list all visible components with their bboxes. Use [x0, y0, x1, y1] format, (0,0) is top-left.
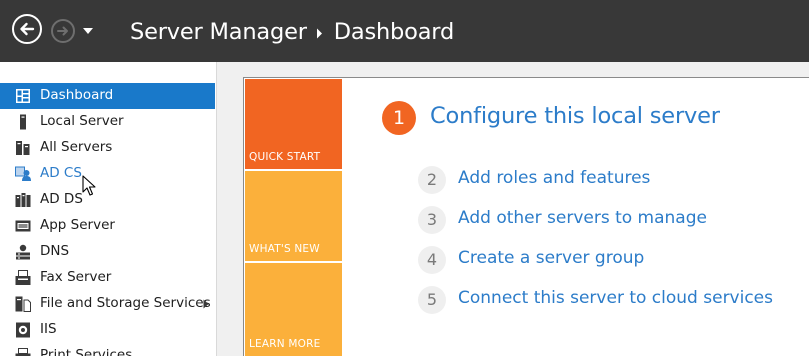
sidebar-item-file-and-storage-services[interactable]: File and Storage Services — [0, 291, 215, 317]
sidebar-item-label: File and Storage Services — [40, 295, 211, 311]
tile-label: QUICK START — [249, 151, 321, 163]
sidebar-item-print-services[interactable]: Print Services — [0, 343, 215, 356]
step-number: 5 — [418, 286, 446, 314]
forward-button[interactable] — [51, 19, 75, 43]
sidebar-item-label: AD CS — [40, 165, 82, 181]
sidebar-item-dns[interactable]: DNS — [0, 239, 215, 265]
title-bar: Server Manager Dashboard — [0, 0, 809, 62]
dashboard-icon — [16, 89, 30, 103]
add-roles-link[interactable]: Add roles and features — [458, 168, 650, 188]
sidebar-item-iis[interactable]: IIS — [0, 317, 215, 343]
step-number: 4 — [418, 246, 446, 274]
connect-cloud-link[interactable]: Connect this server to cloud services — [458, 288, 773, 308]
back-arrow-icon — [20, 22, 35, 36]
file-storage-icon — [15, 296, 31, 312]
configure-local-server-link[interactable]: Configure this local server — [430, 103, 720, 129]
sidebar-item-label: AD DS — [40, 191, 83, 207]
breadcrumb-current: Dashboard — [333, 19, 455, 45]
tile-whats-new[interactable]: WHAT'S NEW — [245, 171, 342, 261]
sidebar-item-label: IIS — [40, 321, 57, 337]
tile-label: WHAT'S NEW — [249, 243, 320, 255]
breadcrumb-separator-icon — [316, 19, 323, 45]
sidebar-item-label: Local Server — [40, 113, 124, 129]
add-servers-link[interactable]: Add other servers to manage — [458, 208, 707, 228]
fax-icon — [15, 270, 31, 285]
dns-icon — [16, 244, 30, 260]
submenu-arrow-icon[interactable] — [203, 299, 209, 309]
sidebar-item-ad-cs[interactable]: AD CS — [0, 161, 215, 187]
certificate-users-icon — [15, 166, 31, 181]
app-server-icon — [15, 220, 31, 232]
sidebar-item-ad-ds[interactable]: AD DS — [0, 187, 215, 213]
sidebar-item-all-servers[interactable]: All Servers — [0, 135, 215, 161]
tile-label: LEARN MORE — [249, 338, 321, 350]
tile-learn-more[interactable]: LEARN MORE — [245, 263, 342, 356]
back-button[interactable] — [12, 14, 42, 44]
create-server-group-link[interactable]: Create a server group — [458, 248, 644, 268]
breadcrumb-root[interactable]: Server Manager — [130, 19, 307, 45]
history-dropdown-icon[interactable] — [82, 27, 94, 35]
sidebar-item-label: All Servers — [40, 139, 113, 155]
mouse-cursor-icon — [82, 175, 96, 196]
printer-icon — [15, 348, 31, 356]
sidebar-item-label: Dashboard — [40, 87, 114, 103]
configure-step-number: 1 — [382, 101, 416, 135]
step-number: 3 — [418, 206, 446, 234]
forward-arrow-icon — [57, 26, 68, 36]
sidebar-item-label: Fax Server — [40, 269, 112, 285]
iis-icon — [16, 322, 30, 338]
sidebar-item-local-server[interactable]: Local Server — [0, 109, 215, 135]
breadcrumb: Server Manager Dashboard — [130, 16, 454, 48]
sidebar-item-fax-server[interactable]: Fax Server — [0, 265, 215, 291]
sidebar: Dashboard Local Server All Servers AD CS — [0, 62, 217, 356]
sidebar-item-label: App Server — [40, 217, 115, 233]
sidebar-item-label: DNS — [40, 243, 70, 259]
sidebar-item-label: Print Services — [40, 347, 133, 356]
sidebar-item-dashboard[interactable]: Dashboard — [0, 83, 215, 109]
directory-icon — [15, 193, 31, 207]
tile-quick-start[interactable]: QUICK START — [245, 79, 342, 169]
sidebar-item-app-server[interactable]: App Server — [0, 213, 215, 239]
server-icon — [20, 114, 26, 130]
step-number: 2 — [418, 166, 446, 194]
servers-icon — [16, 141, 30, 155]
